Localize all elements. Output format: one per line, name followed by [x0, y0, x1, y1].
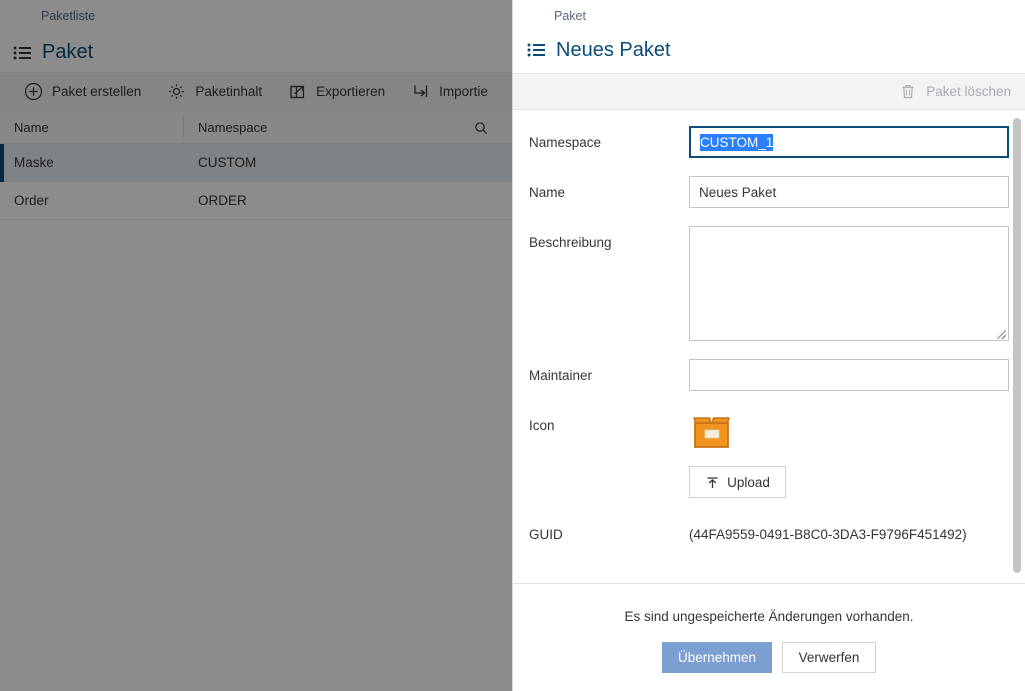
panel-scrollbar[interactable]	[1013, 118, 1021, 573]
column-header-namespace[interactable]: Namespace	[198, 120, 267, 135]
upload-icon	[705, 475, 720, 490]
toolbar-paket-erstellen-button[interactable]: Paket erstellen	[24, 72, 141, 110]
package-box-icon[interactable]	[689, 409, 734, 454]
footer-buttons: Übernehmen Verwerfen	[662, 642, 876, 673]
toolbar-label: Exportieren	[316, 83, 386, 99]
toolbar-label: Paket erstellen	[52, 83, 142, 99]
toolbar-importieren-button[interactable]: Importie	[411, 72, 488, 110]
column-divider	[183, 116, 184, 138]
cell-name: Order	[14, 193, 49, 208]
upload-spacer	[529, 466, 689, 498]
maintainer-label: Maintainer	[529, 368, 593, 383]
delete-package-label: Paket löschen	[926, 84, 1011, 99]
field-row-name: Name Neues Paket	[529, 176, 1009, 208]
cell-name: Maske	[14, 155, 54, 170]
icon-control	[689, 409, 1005, 454]
field-row-maintainer: Maintainer	[529, 359, 1009, 391]
delete-package-button: Paket löschen	[900, 83, 1011, 100]
external-link-icon	[288, 82, 307, 101]
namespace-input-value: CUSTOM_1	[700, 133, 774, 151]
toolbar-label: Importie	[439, 83, 488, 99]
breadcrumb-paketliste[interactable]: Paketliste	[41, 9, 95, 23]
name-input[interactable]: Neues Paket	[689, 176, 1009, 208]
name-input-value: Neues Paket	[699, 184, 777, 200]
column-header-name[interactable]: Name	[14, 120, 49, 135]
field-row-icon: Icon	[529, 409, 1005, 454]
resize-grip-icon[interactable]	[997, 330, 1006, 339]
upload-button-label: Upload	[727, 474, 770, 490]
guid-control: (44FA9559-0491-B8C0-3DA3-F9796F451492)	[689, 518, 1005, 543]
namespace-control: CUSTOM_1	[689, 126, 1009, 158]
panel-title: Neues Paket	[556, 38, 671, 61]
cell-namespace: CUSTOM	[198, 155, 257, 170]
namespace-label: Namespace	[529, 135, 602, 150]
upload-button[interactable]: Upload	[689, 466, 786, 498]
name-control: Neues Paket	[689, 176, 1009, 208]
toolbar-paketinhalt-button[interactable]: Paketinhalt	[167, 72, 262, 110]
unsaved-changes-message: Es sind ungespeicherte Änderungen vorhan…	[624, 609, 914, 624]
maintainer-input[interactable]	[689, 359, 1009, 391]
field-row-upload: Upload	[529, 466, 1005, 498]
row-selection-indicator	[0, 144, 4, 182]
panel-scrollbar-thumb[interactable]	[1013, 118, 1021, 573]
cell-namespace: ORDER	[198, 193, 247, 208]
application-window: Paketliste Paket Paket erstellen Paketin…	[0, 0, 1025, 691]
beschreibung-control	[689, 226, 1009, 341]
panel-scroll-area: Namespace CUSTOM_1 Name Neues Paket Besc…	[513, 110, 1025, 583]
guid-label: GUID	[529, 527, 563, 542]
toolbar-exportieren-button[interactable]: Exportieren	[288, 72, 385, 110]
gear-icon	[167, 82, 186, 101]
search-icon[interactable]	[474, 121, 488, 135]
apply-button[interactable]: Übernehmen	[662, 642, 772, 673]
panel-header: Paket Neues Paket	[513, 0, 1025, 73]
beschreibung-label: Beschreibung	[529, 235, 612, 250]
import-arrow-icon	[411, 82, 430, 101]
upload-control: Upload	[689, 466, 1005, 498]
panel-action-bar: Paket löschen	[513, 73, 1025, 110]
trash-icon	[900, 83, 916, 100]
field-row-beschreibung: Beschreibung	[529, 226, 1009, 341]
panel-title-row: Neues Paket	[513, 33, 671, 67]
namespace-input[interactable]: CUSTOM_1	[689, 126, 1009, 158]
panel-footer: Es sind ungespeicherte Änderungen vorhan…	[513, 583, 1025, 691]
field-row-guid: GUID (44FA9559-0491-B8C0-3DA3-F9796F4514…	[529, 518, 1005, 543]
package-detail-panel: Paket Neues Paket Paket löschen Namespac…	[512, 0, 1025, 691]
guid-value: (44FA9559-0491-B8C0-3DA3-F9796F451492)	[689, 527, 967, 542]
list-icon	[527, 43, 545, 57]
list-icon	[13, 46, 31, 60]
field-row-namespace: Namespace CUSTOM_1	[529, 126, 1009, 158]
maintainer-control	[689, 359, 1009, 391]
name-label: Name	[529, 185, 566, 200]
toolbar-label: Paketinhalt	[195, 83, 263, 99]
page-title: Paket	[42, 41, 94, 63]
icon-label: Icon	[529, 418, 555, 433]
panel-breadcrumb[interactable]: Paket	[554, 9, 586, 23]
panel-form-body: Namespace CUSTOM_1 Name Neues Paket Besc…	[513, 110, 1025, 583]
beschreibung-textarea[interactable]	[689, 226, 1009, 341]
plus-circle-icon	[24, 82, 43, 101]
discard-button[interactable]: Verwerfen	[782, 642, 876, 673]
